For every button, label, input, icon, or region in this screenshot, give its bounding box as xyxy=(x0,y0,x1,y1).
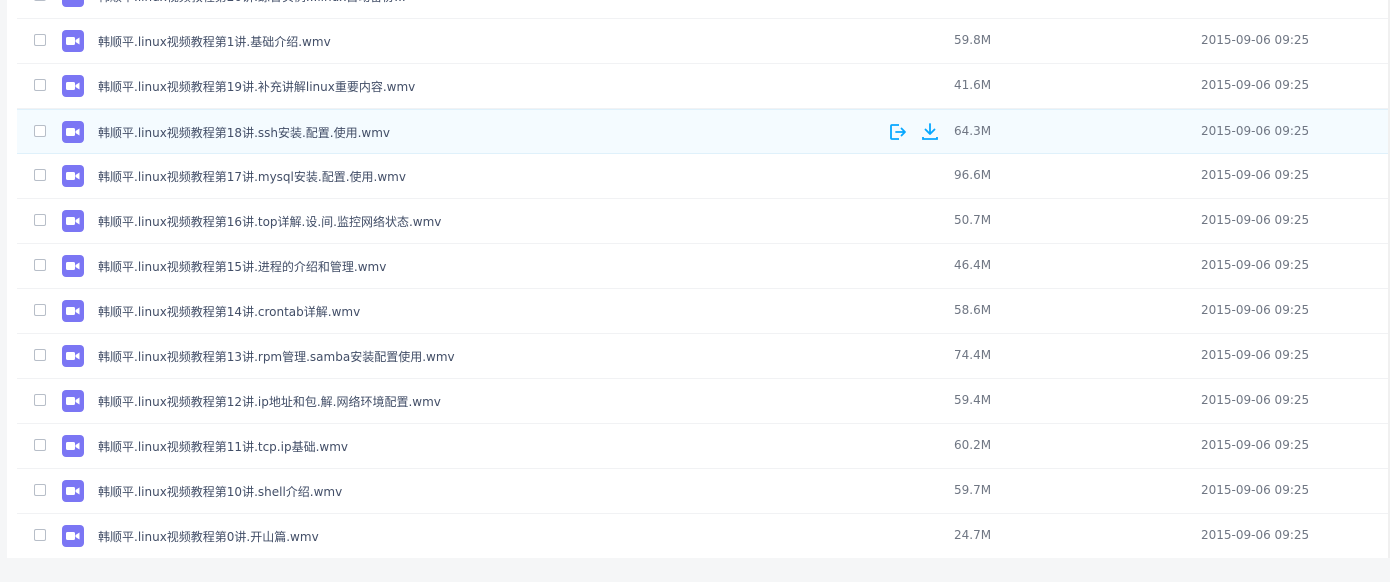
file-size: 60.2M xyxy=(954,438,992,452)
row-checkbox[interactable] xyxy=(34,125,46,137)
file-name-link[interactable]: 韩顺平.linux视频教程第17讲.mysql安装.配置.使用.wmv xyxy=(98,168,406,185)
video-file-icon xyxy=(62,390,84,412)
file-row[interactable]: 韩顺平.linux视频教程第19讲.补充讲解linux重要内容.wmv 41.6M… xyxy=(17,64,1390,109)
file-size: 59.4M xyxy=(954,393,992,407)
file-name-link[interactable]: 韩顺平.linux视频教程第0讲.开山篇.wmv xyxy=(98,528,319,545)
file-row[interactable]: 韩顺平.linux视频教程第12讲.ip地址和包.解.网络环境配置.wmv 59.… xyxy=(17,379,1390,424)
file-modified-date: 2015-09-06 09:25 xyxy=(1201,213,1310,227)
video-file-icon xyxy=(62,255,84,277)
file-size: 24.7M xyxy=(954,528,992,542)
row-checkbox[interactable] xyxy=(34,79,46,91)
video-file-icon xyxy=(62,480,84,502)
video-file-icon xyxy=(62,165,84,187)
file-row[interactable]: 韩顺平.linux视频教程第17讲.mysql安装.配置.使用.wmv 96.6M… xyxy=(17,154,1390,199)
file-modified-date: 2015-09-06 09:25 xyxy=(1201,33,1310,47)
file-name-link[interactable]: 韩顺平.linux视频教程第19讲.补充讲解linux重要内容.wmv xyxy=(98,78,415,95)
file-size: 59.7M xyxy=(954,483,992,497)
row-checkbox[interactable] xyxy=(34,259,46,271)
row-checkbox[interactable] xyxy=(34,484,46,496)
row-checkbox[interactable] xyxy=(34,169,46,181)
file-name-link[interactable]: 韩顺平.linux视频教程第1讲.基础介绍.wmv xyxy=(98,33,331,50)
row-checkbox[interactable] xyxy=(34,34,46,46)
file-name-link[interactable]: 韩顺平.linux视频教程第16讲.top详解.设.间.监控网络状态.wmv xyxy=(98,213,441,230)
row-checkbox[interactable] xyxy=(34,304,46,316)
file-name-link[interactable]: 韩顺平.linux视频教程第14讲.crontab详解.wmv xyxy=(98,303,360,320)
video-file-icon xyxy=(62,0,84,7)
file-row[interactable]: 韩顺平.linux视频教程第14讲.crontab详解.wmv 58.6M 2015… xyxy=(17,289,1390,334)
file-list: 韩顺平.linux视频教程第20讲.综合实例...linux自动备份... 44.… xyxy=(7,0,1390,558)
file-modified-date: 2015-09-06 09:25 xyxy=(1201,168,1310,182)
file-row[interactable]: 韩顺平.linux视频教程第1讲.基础介绍.wmv 59.8M 2015-09-06… xyxy=(17,19,1390,64)
file-modified-date: 2015-09-06 09:25 xyxy=(1201,483,1310,497)
row-checkbox[interactable] xyxy=(34,394,46,406)
file-row[interactable]: 韩顺平.linux视频教程第10讲.shell介绍.wmv 59.7M 2015-0… xyxy=(17,469,1390,514)
file-name-link[interactable]: 韩顺平.linux视频教程第20讲.综合实例...linux自动备份... xyxy=(98,0,406,5)
file-size: 44.1M xyxy=(954,0,991,2)
video-file-icon xyxy=(62,435,84,457)
row-checkbox[interactable] xyxy=(34,529,46,541)
video-file-icon xyxy=(62,75,84,97)
file-size: 64.3M xyxy=(954,124,992,138)
file-row[interactable]: 韩顺平.linux视频教程第16讲.top详解.设.间.监控网络状态.wmv 50… xyxy=(17,199,1390,244)
row-checkbox[interactable] xyxy=(34,0,46,1)
video-file-icon xyxy=(62,345,84,367)
file-modified-date: 2015-09-06 09:25 xyxy=(1201,393,1310,407)
video-file-icon xyxy=(62,525,84,547)
file-size: 50.7M xyxy=(954,213,992,227)
file-name-link[interactable]: 韩顺平.linux视频教程第11讲.tcp.ip基础.wmv xyxy=(98,438,348,455)
file-size: 74.4M xyxy=(954,348,992,362)
download-icon[interactable] xyxy=(920,122,940,142)
share-out-icon[interactable] xyxy=(888,122,908,142)
file-name-link[interactable]: 韩顺平.linux视频教程第13讲.rpm管理.samba安装配置使用.wmv xyxy=(98,348,455,365)
file-name-link[interactable]: 韩顺平.linux视频教程第18讲.ssh安装.配置.使用.wmv xyxy=(98,124,390,141)
file-modified-date: 2015-09-06 09:25 xyxy=(1201,528,1310,542)
file-modified-date: 2015-09-06 09:25 xyxy=(1201,258,1310,272)
file-name-link[interactable]: 韩顺平.linux视频教程第12讲.ip地址和包.解.网络环境配置.wmv xyxy=(98,393,441,410)
file-size: 96.6M xyxy=(954,168,992,182)
file-row[interactable]: 韩顺平.linux视频教程第13讲.rpm管理.samba安装配置使用.wmv 7… xyxy=(17,334,1390,379)
file-modified-date: 2015-09-06 09:25 xyxy=(1201,348,1310,362)
file-row[interactable]: 韩顺平.linux视频教程第11讲.tcp.ip基础.wmv 60.2M 2015-… xyxy=(17,424,1390,469)
file-modified-date: 2015-09-06 09:25 xyxy=(1201,78,1310,92)
file-name-link[interactable]: 韩顺平.linux视频教程第10讲.shell介绍.wmv xyxy=(98,483,342,500)
file-size: 58.6M xyxy=(954,303,992,317)
file-name-link[interactable]: 韩顺平.linux视频教程第15讲.进程的介绍和管理.wmv xyxy=(98,258,386,275)
file-modified-date: 2015-09-06 09:25 xyxy=(1201,124,1310,138)
video-file-icon xyxy=(62,30,84,52)
row-checkbox[interactable] xyxy=(34,439,46,451)
file-row[interactable]: 韩顺平.linux视频教程第0讲.开山篇.wmv 24.7M 2015-09-06 … xyxy=(17,514,1390,558)
row-checkbox[interactable] xyxy=(34,349,46,361)
file-row[interactable]: 韩顺平.linux视频教程第20讲.综合实例...linux自动备份... 44.… xyxy=(17,0,1390,19)
video-file-icon xyxy=(62,210,84,232)
file-row[interactable]: 韩顺平.linux视频教程第15讲.进程的介绍和管理.wmv 46.4M 2015-… xyxy=(17,244,1390,289)
file-row[interactable]: 韩顺平.linux视频教程第18讲.ssh安装.配置.使用.wmv 64.3M 20… xyxy=(17,109,1390,154)
row-checkbox[interactable] xyxy=(34,214,46,226)
file-size: 41.6M xyxy=(954,78,992,92)
video-file-icon xyxy=(62,300,84,322)
file-modified-date: 2015-09-06 09:25 xyxy=(1201,0,1309,2)
file-modified-date: 2015-09-06 09:25 xyxy=(1201,438,1310,452)
file-size: 46.4M xyxy=(954,258,992,272)
file-modified-date: 2015-09-06 09:25 xyxy=(1201,303,1310,317)
video-file-icon xyxy=(62,121,84,143)
file-list-panel: 韩顺平.linux视频教程第20讲.综合实例...linux自动备份... 44.… xyxy=(7,0,1390,558)
file-size: 59.8M xyxy=(954,33,992,47)
